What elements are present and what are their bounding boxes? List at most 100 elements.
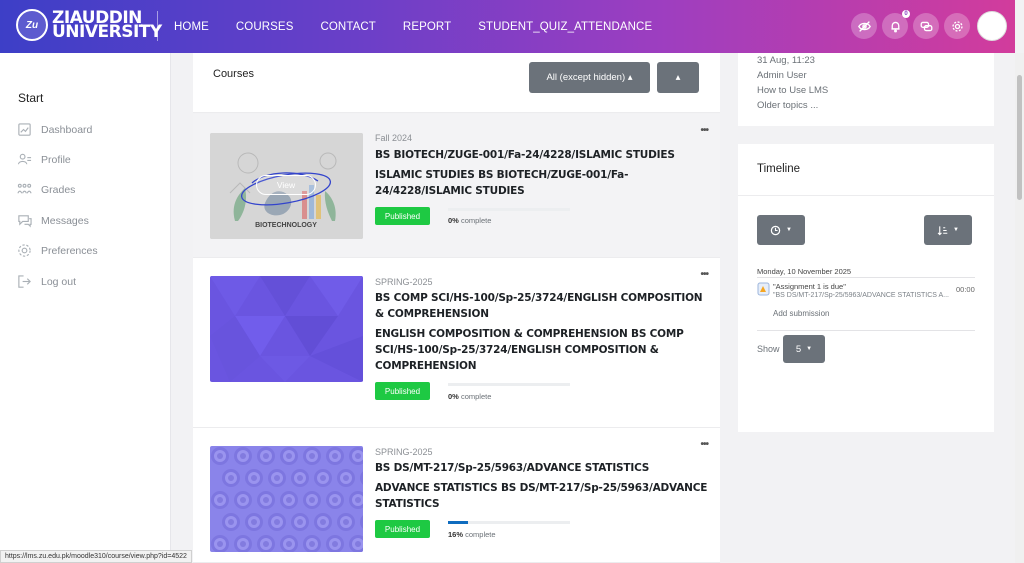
pattern-circle [320,475,326,481]
timeline-filter-button[interactable]: ▼ [757,215,805,245]
eye-slash-icon[interactable] [851,13,877,39]
pattern-circle [309,453,315,459]
recent-activity-block: 31 Aug, 11:23 Admin User How to Use LMS … [738,53,994,126]
sidebar-item-label: Profile [41,153,71,166]
course-filter-dropdown[interactable]: All (except hidden) ▴ [529,62,650,93]
left-sidebar: Start Dashboard Profile Grades Messages … [0,53,171,563]
bell-icon[interactable]: 0 [882,10,910,39]
sidebar-item-label: Grades [41,183,76,196]
sort-icon [937,225,948,235]
pattern-circle [332,541,338,547]
add-submission-link[interactable]: Add submission [773,309,829,318]
timeline-sort-button[interactable]: ▼ [924,215,972,245]
course-thumbnail[interactable] [210,446,363,552]
timeline-event-name[interactable]: "Assignment 1 is due" [773,282,846,291]
clock-icon [770,225,781,235]
view-course-button[interactable]: View [256,175,316,195]
course-full-name: ISLAMIC STUDIES BS BIOTECH/ZUGE-001/Fa-2… [375,169,629,197]
course-card: SPRING-2025 BS DS/MT-217/Sp-25/5963/ADVA… [193,428,720,563]
nav-contact[interactable]: CONTACT [320,21,375,33]
course-menu-button[interactable]: ••• [700,125,708,136]
pattern-circle [228,519,234,525]
pattern-circle [217,453,223,459]
course-pattern-image [210,276,363,382]
timeline-event-time: 00:00 [956,285,975,294]
progress-bar [448,383,570,386]
pattern-circle [263,453,269,459]
navbar-divider [157,11,158,41]
nav-home[interactable]: HOME [174,21,209,33]
pattern-circle [217,497,223,503]
show-count-dropdown[interactable]: 5 ▼ [783,335,825,363]
sidebar-item-messages[interactable]: Messages [17,213,89,228]
pattern-circle [286,541,292,547]
course-short-name[interactable]: BS DS/MT-217/Sp-25/5963/ADVANCE STATISTI… [375,460,710,476]
header-icons: 0 [846,10,1007,41]
recent-author: Admin User [757,70,807,81]
pattern-circle [217,541,223,547]
pattern-circle [240,541,246,547]
pattern-circle [297,519,303,525]
messages-icon [18,215,32,228]
course-thumbnail[interactable] [210,276,363,382]
nav-courses[interactable]: COURSES [236,21,294,33]
recent-topic-link[interactable]: How to Use LMS [757,85,828,96]
sidebar-heading: Start [18,91,44,105]
chevron-down-icon: ▼ [786,227,792,233]
dashboard-icon [18,123,31,136]
course-short-name[interactable]: BS COMP SCI/HS-100/Sp-25/3724/ENGLISH CO… [375,290,710,322]
course-full-name: ADVANCE STATISTICS BS DS/MT-217/Sp-25/59… [375,482,708,510]
timeline-event-course: "BS DS/MT-217/Sp-25/5963/ADVANCE STATIST… [773,292,949,299]
progress-fill [448,521,468,524]
pattern-circle [355,541,361,547]
progress-label: 0% complete [448,392,492,401]
course-menu-button[interactable]: ••• [700,439,708,450]
recent-timestamp: 31 Aug, 11:23 [757,55,815,66]
older-topics-link[interactable]: Older topics ... [757,100,818,111]
sidebar-item-label: Dashboard [41,123,93,136]
chevron-down-icon: ▼ [953,227,959,233]
gear-icon[interactable] [944,13,970,39]
pattern-circle [343,519,349,525]
logout-icon [18,275,31,288]
sidebar-item-grades[interactable]: Grades [17,182,75,197]
timeline-title: Timeline [757,163,801,175]
sidebar-item-dashboard[interactable]: Dashboard [17,122,92,137]
course-sort-button[interactable]: ▴ [657,62,699,93]
pattern-circle [274,475,280,481]
brand-name-line2: UNIVERSITY [52,22,162,42]
nav-student-quiz-attendance[interactable]: STUDENT_QUIZ_ATTENDANCE [478,21,652,33]
progress-bar [448,521,570,524]
timeline-divider [757,330,975,331]
sidebar-item-label: Messages [41,214,89,227]
chat-icon[interactable] [913,13,939,39]
published-badge: Published [375,207,430,225]
published-badge: Published [375,382,430,400]
sidebar-item-label: Preferences [41,244,98,257]
nav-report[interactable]: REPORT [403,21,451,33]
notification-badge: 0 [902,10,910,18]
preferences-icon [18,244,31,257]
courses-panel: Courses All (except hidden) ▴ ▴ BIOTECHN… [193,53,720,563]
grades-icon [17,183,32,194]
course-thumbnail[interactable]: BIOTECHNOLOGY View [210,133,363,239]
pattern-circle [263,497,269,503]
sidebar-item-preferences[interactable]: Preferences [17,243,98,258]
scrollbar-thumb[interactable] [1017,75,1022,200]
progress-label: 16% complete [448,530,496,539]
page-scrollbar[interactable] [1015,53,1024,563]
user-avatar[interactable] [977,11,1007,41]
course-short-name[interactable]: BS BIOTECH/ZUGE-001/Fa-24/4228/ISLAMIC S… [375,147,710,163]
svg-text:BIOTECHNOLOGY: BIOTECHNOLOGY [255,222,317,229]
pattern-circle [251,519,257,525]
profile-icon [17,153,32,165]
sidebar-item-profile[interactable]: Profile [17,152,71,167]
pattern-circle [343,475,349,481]
timeline-divider [738,195,994,196]
course-menu-button[interactable]: ••• [700,269,708,280]
pattern-circle [251,475,257,481]
course-circles-image [210,446,363,552]
pattern-circle [263,541,269,547]
sidebar-item-logout[interactable]: Log out [17,274,76,289]
pattern-circle [309,497,315,503]
